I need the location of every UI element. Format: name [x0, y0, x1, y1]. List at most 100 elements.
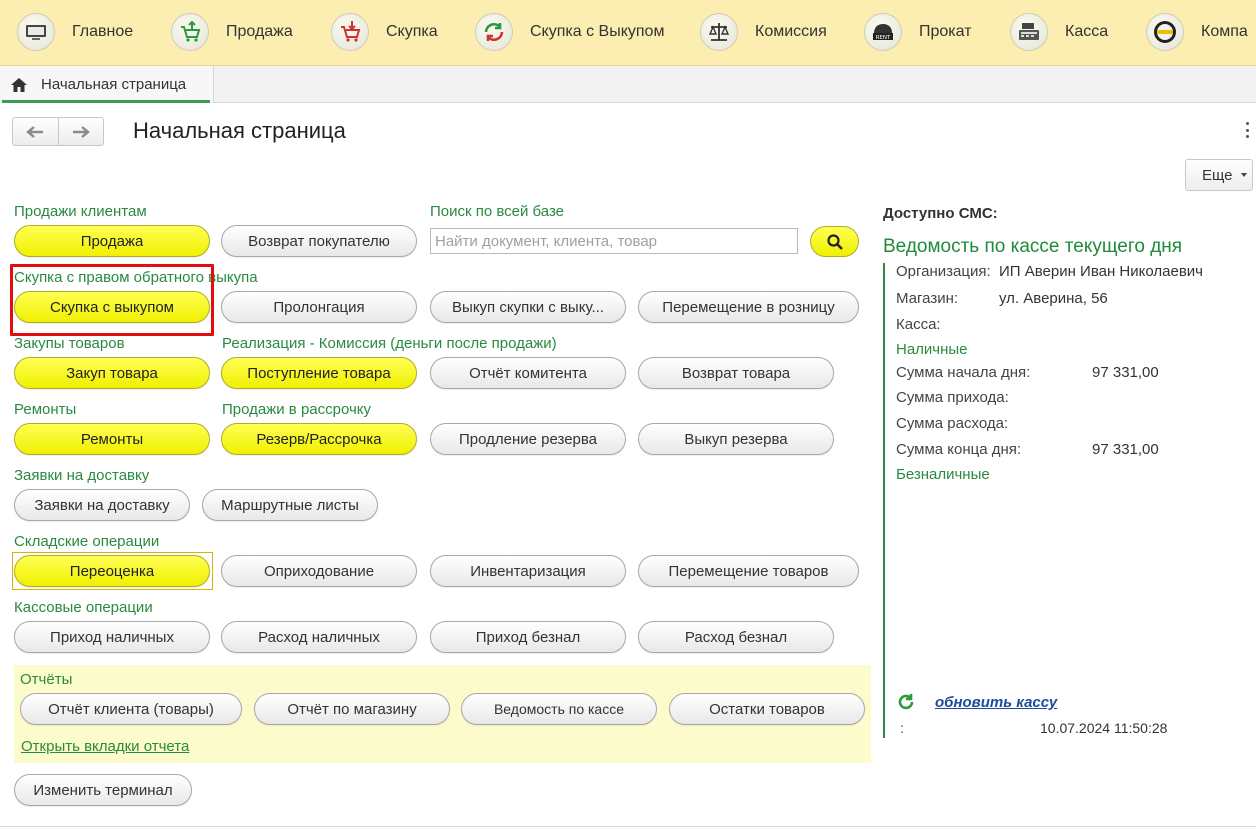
company-logo-icon — [1146, 13, 1184, 51]
group-label-purchases: Закупы товаров — [14, 335, 125, 352]
section-buyback[interactable]: Скупка с Выкупом — [475, 11, 664, 53]
org-value: ИП Аверин Иван Николаевич — [999, 263, 1203, 280]
button-label: Выкуп резерва — [684, 430, 788, 448]
committent-report-button[interactable]: Отчёт комитента — [430, 357, 626, 389]
reserve-installment-button[interactable]: Резерв/Рассрочка — [221, 423, 417, 455]
redeem-reserve-button[interactable]: Выкуп резерва — [638, 423, 834, 455]
sale-button[interactable]: Продажа — [14, 225, 210, 257]
open-report-tabs-link[interactable]: Открыть вкладки отчета — [21, 738, 189, 755]
posting-button[interactable]: Оприходование — [221, 555, 417, 587]
button-label: Расход безнал — [684, 628, 788, 646]
tab-home[interactable]: Начальная страница — [0, 66, 214, 103]
button-label: Закуп товара — [66, 364, 158, 382]
button-label: Продажа — [80, 232, 144, 250]
section-cash[interactable]: Касса — [1010, 11, 1108, 53]
more-button-label: Еще — [1202, 166, 1233, 184]
section-commission[interactable]: Комиссия — [700, 11, 827, 53]
refresh-icon[interactable] — [896, 692, 916, 712]
search-input[interactable] — [430, 228, 798, 254]
updated-prefix: : — [900, 720, 904, 736]
cash-section-label: Наличные — [896, 341, 968, 358]
button-label: Перемещение в розницу — [662, 298, 835, 316]
start-sum-value: 97 331,00 — [1092, 364, 1159, 381]
back-button[interactable] — [13, 118, 58, 145]
button-label: Возврат покупателю — [248, 232, 390, 250]
rent-icon: RENT — [864, 13, 902, 51]
scales-icon — [700, 13, 738, 51]
cash-expense-button[interactable]: Расход наличных — [221, 621, 417, 653]
delivery-requests-button[interactable]: Заявки на доставку — [14, 489, 190, 521]
sms-available-label: Доступно СМС: — [883, 205, 998, 222]
noncash-expense-button[interactable]: Расход безнал — [638, 621, 834, 653]
button-label: Продление резерва — [458, 430, 598, 448]
svg-text:RENT: RENT — [876, 35, 891, 41]
refresh-cash-link[interactable]: обновить кассу — [935, 694, 1057, 711]
section-sales[interactable]: Продажа — [171, 11, 293, 53]
noncash-income-button[interactable]: Приход безнал — [430, 621, 626, 653]
section-label: Продажа — [226, 23, 293, 40]
move-to-retail-button[interactable]: Перемещение в розницу — [638, 291, 859, 323]
section-company[interactable]: Компа — [1146, 11, 1248, 53]
button-label: Резерв/Рассрочка — [256, 430, 382, 448]
cycle-arrows-icon — [475, 13, 513, 51]
search-icon — [826, 233, 843, 250]
search-button[interactable] — [810, 226, 859, 257]
shop-report-button[interactable]: Отчёт по магазину — [254, 693, 450, 725]
button-label: Выкуп скупки с выку... — [452, 298, 604, 316]
end-sum-value: 97 331,00 — [1092, 441, 1159, 458]
more-actions-kebab-icon[interactable] — [1244, 122, 1250, 138]
revaluation-button[interactable]: Переоценка — [14, 555, 210, 587]
cart-down-icon — [331, 13, 369, 51]
updated-timestamp: 10.07.2024 11:50:28 — [1040, 720, 1168, 736]
group-label-delivery: Заявки на доставку — [14, 467, 150, 484]
computer-icon — [17, 13, 55, 51]
customer-return-button[interactable]: Возврат покупателю — [221, 225, 417, 257]
more-button[interactable]: Еще — [1185, 159, 1253, 191]
inventory-button[interactable]: Инвентаризация — [430, 555, 626, 587]
bottom-divider — [0, 826, 1256, 827]
group-label-search: Поиск по всей базе — [430, 203, 565, 220]
change-terminal-button[interactable]: Изменить терминал — [14, 774, 192, 806]
extend-reserve-button[interactable]: Продление резерва — [430, 423, 626, 455]
tab-label: Начальная страница — [41, 76, 187, 93]
forward-button[interactable] — [57, 118, 104, 145]
button-label: Инвентаризация — [470, 562, 586, 580]
goods-return-button[interactable]: Возврат товара — [638, 357, 834, 389]
button-label: Ведомость по кассе — [493, 701, 625, 717]
prolongation-button[interactable]: Пролонгация — [221, 291, 417, 323]
button-label: Расход наличных — [258, 628, 380, 646]
repairs-button[interactable]: Ремонты — [14, 423, 210, 455]
button-label: Отчёт по магазину — [287, 700, 417, 718]
client-report-button[interactable]: Отчёт клиента (товары) — [20, 693, 242, 725]
page-title: Начальная страница — [133, 118, 346, 143]
shop-label: Магазин: — [896, 290, 959, 307]
cash-register-icon — [1010, 13, 1048, 51]
section-main[interactable]: Главное — [17, 11, 133, 53]
org-label: Организация: — [896, 263, 991, 280]
cash-income-button[interactable]: Приход наличных — [14, 621, 210, 653]
group-label-commission: Реализация - Комиссия (деньги после прод… — [222, 335, 557, 352]
cash-ledger-button[interactable]: Ведомость по кассе — [461, 693, 657, 725]
move-goods-button[interactable]: Перемещение товаров — [638, 555, 859, 587]
expense-sum-label: Сумма расхода: — [896, 415, 1009, 432]
section-label: Скупка — [386, 23, 438, 40]
start-sum-label: Сумма начала дня: — [896, 364, 1031, 381]
button-label: Перемещение товаров — [668, 562, 829, 580]
ledger-divider — [883, 263, 885, 738]
history-nav — [12, 117, 104, 146]
route-sheets-button[interactable]: Маршрутные листы — [202, 489, 378, 521]
button-label: Остатки товаров — [709, 700, 825, 718]
button-label: Маршрутные листы — [221, 496, 359, 514]
home-icon — [11, 77, 27, 92]
buyback-redeem-button[interactable]: Выкуп скупки с выку... — [430, 291, 626, 323]
section-rent[interactable]: RENT Прокат — [864, 11, 972, 53]
stock-balance-button[interactable]: Остатки товаров — [669, 693, 865, 725]
purchase-goods-button[interactable]: Закуп товара — [14, 357, 210, 389]
section-label: Комиссия — [755, 23, 827, 40]
goods-receipt-button[interactable]: Поступление товара — [221, 357, 417, 389]
button-label: Оприходование — [263, 562, 375, 580]
section-label: Главное — [72, 23, 134, 40]
chevron-down-icon — [1240, 173, 1247, 177]
section-label: Касса — [1065, 23, 1109, 40]
section-buyup[interactable]: Скупка — [331, 11, 438, 53]
